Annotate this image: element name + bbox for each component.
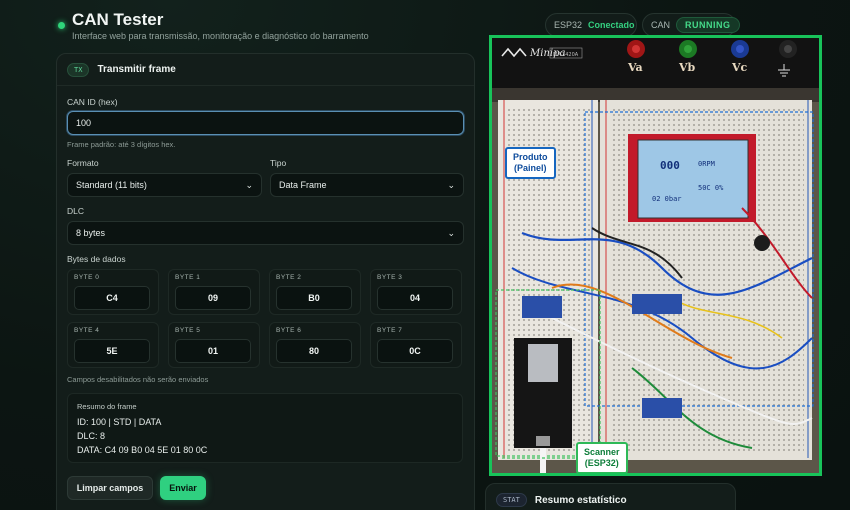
chevron-down-icon: ⌄ <box>245 179 253 190</box>
type-select-value: Data Frame <box>279 180 327 190</box>
scanner-callout-line: (ESP32) <box>584 458 619 468</box>
frame-summary: Resumo do frame ID: 100 | STD | DATA DLC… <box>67 393 463 463</box>
byte-input[interactable]: 01 <box>175 339 251 363</box>
byte-label: BYTE 3 <box>377 274 403 281</box>
can-id-label: CAN ID (hex) <box>67 97 118 107</box>
bytes-label: Bytes de dados <box>67 254 126 264</box>
byte-field-5: BYTE 5 01 <box>168 322 260 368</box>
bytes-hint: Campos desabilitados não serão enviados <box>67 375 209 384</box>
type-label: Tipo <box>270 158 287 168</box>
byte-input[interactable]: 04 <box>377 286 453 310</box>
status-dot <box>58 22 65 29</box>
byte-field-7: BYTE 7 0C <box>370 322 462 368</box>
format-label: Formato <box>67 158 99 168</box>
byte-field-1: BYTE 1 09 <box>168 269 260 315</box>
can-status: CAN RUNNING <box>642 13 740 37</box>
byte-label: BYTE 1 <box>175 274 201 281</box>
esp32-status: ESP32 Conectado <box>545 13 637 37</box>
byte-field-4: BYTE 4 5E <box>67 322 159 368</box>
format-select[interactable]: Standard (11 bits) ⌄ <box>67 173 262 197</box>
chevron-down-icon: ⌄ <box>447 179 455 190</box>
scanner-callout-line: Scanner <box>584 447 620 457</box>
byte-label: BYTE 4 <box>74 327 100 334</box>
stat-card: STAT Resumo estatístico <box>485 483 736 510</box>
byte-label: BYTE 6 <box>276 327 302 334</box>
byte-label: BYTE 0 <box>74 274 100 281</box>
lcd-temp: 50C 0% <box>698 184 724 192</box>
product-callout-line: Produto <box>513 152 548 162</box>
stat-card-header: STAT Resumo estatístico <box>486 484 735 510</box>
terminal-vc: Vc <box>731 61 748 74</box>
byte-field-2: BYTE 2 B0 <box>269 269 361 315</box>
byte-label: BYTE 5 <box>175 327 201 334</box>
esp32-status-label: ESP32 <box>554 20 583 30</box>
esp32-status-value: Conectado <box>588 20 635 30</box>
type-select[interactable]: Data Frame ⌄ <box>270 173 464 197</box>
bench-photo-illustration: Minipa MP-3420A Va Vb Vc 000 0RPM 50C 0%… <box>492 38 819 473</box>
lcd-value: 000 <box>660 159 680 172</box>
byte-label: BYTE 2 <box>276 274 302 281</box>
tx-badge: TX <box>67 62 90 77</box>
byte-input[interactable]: C4 <box>74 286 150 310</box>
frame-summary-line: DATA: C4 09 B0 04 5E 01 80 0C <box>77 445 208 455</box>
frame-summary-line: ID: 100 | STD | DATA <box>77 417 162 427</box>
byte-field-3: BYTE 3 04 <box>370 269 462 315</box>
lcd-rpm: 0RPM <box>698 160 715 168</box>
byte-label: BYTE 7 <box>377 327 403 334</box>
byte-input[interactable]: 80 <box>276 339 352 363</box>
model-text: MP-3420A <box>553 52 579 58</box>
can-id-input[interactable]: 100 <box>67 111 464 135</box>
dlc-select-value: 8 bytes <box>76 228 106 238</box>
frame-summary-title: Resumo do frame <box>77 402 137 411</box>
format-select-value: Standard (11 bits) <box>76 180 147 190</box>
bench-photo: Minipa MP-3420A Va Vb Vc 000 0RPM 50C 0%… <box>489 35 822 476</box>
send-button[interactable]: Enviar <box>160 476 206 500</box>
tx-card-header: TX Transmitir frame <box>57 54 474 86</box>
product-callout: Produto (Painel) <box>505 147 556 179</box>
product-callout-line: (Painel) <box>513 163 547 173</box>
clear-fields-button[interactable]: Limpar campos <box>67 476 153 500</box>
byte-input[interactable]: 5E <box>74 339 150 363</box>
byte-input[interactable]: 0C <box>377 339 453 363</box>
dlc-label: DLC <box>67 206 85 216</box>
byte-input[interactable]: 09 <box>175 286 251 310</box>
dlc-select[interactable]: 8 bytes ⌄ <box>67 221 464 245</box>
terminal-va: Va <box>627 61 643 74</box>
can-status-badge: RUNNING <box>676 17 740 33</box>
can-id-hint: Frame padrão: até 3 dígitos hex. <box>67 140 176 149</box>
byte-field-6: BYTE 6 80 <box>269 322 361 368</box>
stat-card-title: Resumo estatístico <box>534 494 627 506</box>
stat-badge: STAT <box>496 493 527 507</box>
can-status-label: CAN <box>651 20 671 30</box>
page-title: CAN Tester <box>72 10 164 29</box>
chevron-down-icon: ⌄ <box>447 227 455 238</box>
byte-field-0: BYTE 0 C4 <box>67 269 159 315</box>
scanner-callout: Scanner (ESP32) <box>576 442 628 473</box>
frame-summary-line: DLC: 8 <box>77 431 106 441</box>
byte-input[interactable]: B0 <box>276 286 352 310</box>
terminal-vb: Vb <box>678 61 696 74</box>
lcd-pressure: 02 0bar <box>652 195 682 203</box>
page-subtitle: Interface web para transmissão, monitora… <box>72 31 369 41</box>
tx-card-title: Transmitir frame <box>97 64 176 75</box>
